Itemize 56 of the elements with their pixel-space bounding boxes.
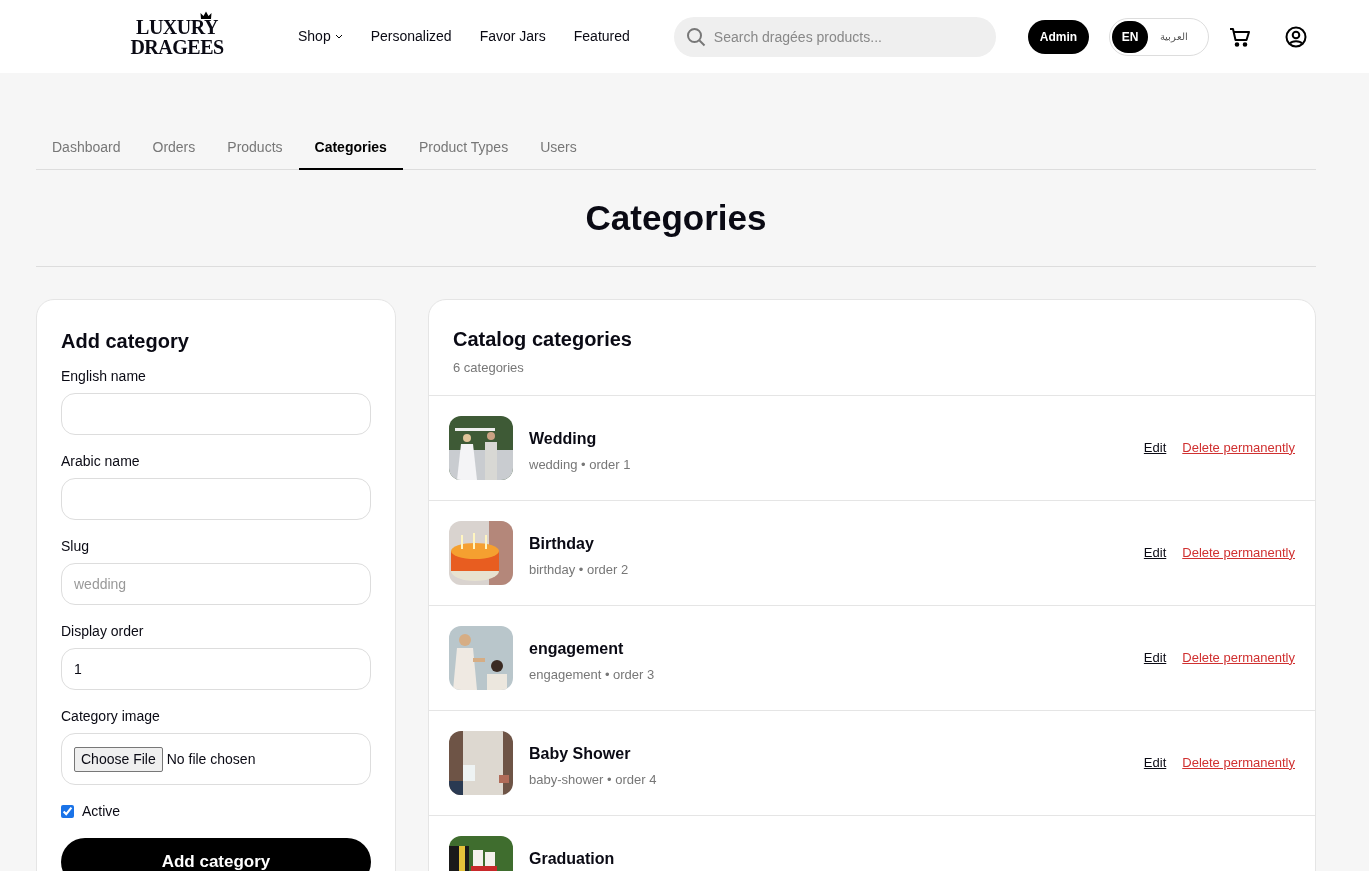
field-label: Display order	[61, 622, 145, 641]
logo-text[interactable]: LUXURY	[136, 16, 218, 37]
search-field[interactable]: Search dragées products...	[673, 16, 996, 57]
tab[interactable]: Dashboard	[36, 127, 137, 170]
file-field[interactable]: Choose File No file chosen	[61, 733, 371, 785]
category-name: Wedding	[529, 428, 598, 449]
tab[interactable]: Products	[211, 127, 299, 170]
category-name: Birthday	[529, 533, 595, 554]
cart-icon[interactable]	[1229, 26, 1252, 47]
category-meta: wedding • order 1	[529, 455, 632, 474]
choose-file-button[interactable]: Choose File	[74, 746, 163, 772]
account-icon[interactable]	[1285, 25, 1308, 48]
logo-text[interactable]: DRAGEES	[130, 36, 224, 57]
edit-link[interactable]: Edit	[1143, 542, 1167, 563]
input-field[interactable]	[61, 393, 371, 435]
delete-link[interactable]: Delete permanently	[1182, 752, 1295, 773]
field-label: Category image	[61, 707, 161, 726]
field-label: Arabic name	[61, 452, 141, 471]
delete-link[interactable]: Delete permanently	[1182, 647, 1295, 668]
input-field[interactable]: wedding	[61, 563, 371, 605]
add-category-button[interactable]: Add category	[61, 838, 371, 871]
field-label: Slug	[61, 537, 91, 556]
form-title: Add category	[61, 329, 190, 354]
file-status: No file chosen	[166, 749, 256, 769]
edit-link[interactable]: Edit	[1143, 437, 1167, 458]
nav-link[interactable]: Shop	[298, 26, 343, 47]
page-title: Categories	[36, 170, 1316, 267]
tab[interactable]: Categories	[298, 127, 403, 170]
edit-link[interactable]: Edit	[1143, 752, 1167, 773]
search-icon	[685, 26, 706, 47]
delete-link[interactable]: Delete permanently	[1182, 542, 1295, 563]
crown-icon	[200, 10, 212, 20]
card-title: Catalog categories	[453, 327, 633, 352]
category-name: engagement	[529, 638, 625, 659]
language-option[interactable]: EN	[1112, 20, 1149, 53]
active-checkbox[interactable]	[61, 805, 74, 818]
field-label: English name	[61, 367, 147, 386]
edit-link[interactable]: Edit	[1143, 647, 1167, 668]
category-name: Baby Shower	[529, 743, 632, 764]
nav-link[interactable]: Personalized	[370, 26, 452, 47]
checkbox-label: Active	[82, 802, 121, 821]
category-name: Graduation	[529, 848, 616, 869]
tab[interactable]: Orders	[136, 127, 212, 170]
category-meta: baby-shower • order 4	[529, 770, 658, 789]
tab[interactable]: Users	[524, 127, 593, 170]
input-field[interactable]	[61, 478, 371, 520]
language-option[interactable]: العربية	[1152, 20, 1197, 53]
delete-link[interactable]: Delete permanently	[1182, 437, 1295, 458]
category-meta: birthday • order 2	[529, 560, 630, 579]
tab[interactable]: Product Types	[402, 127, 525, 170]
category-count: 6 categories	[453, 359, 525, 377]
nav-link[interactable]: Featured	[573, 26, 630, 47]
admin-badge: Admin	[1027, 19, 1090, 54]
category-meta: engagement • order 3	[529, 665, 656, 684]
input-field[interactable]: 1	[61, 648, 371, 690]
nav-link[interactable]: Favor Jars	[479, 26, 546, 47]
